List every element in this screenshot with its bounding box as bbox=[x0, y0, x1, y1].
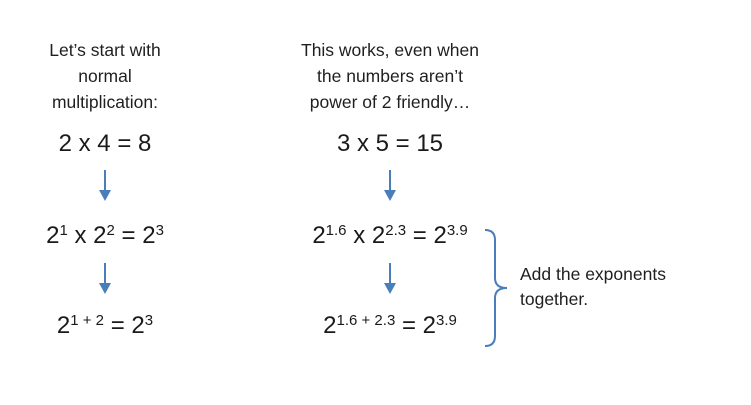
eq-base: 2 bbox=[93, 222, 107, 249]
down-arrow-icon bbox=[99, 263, 111, 294]
middle-caption-line-3: power of 2 friendly… bbox=[309, 92, 471, 112]
eq-exponent: 1 bbox=[59, 222, 68, 239]
eq-base: 2 bbox=[422, 312, 437, 339]
left-equation-2: 21 x 22 = 23 bbox=[5, 222, 205, 250]
middle-caption: This works, even when the numbers aren’t… bbox=[250, 37, 530, 115]
middle-caption-line-2: the numbers aren’t bbox=[317, 66, 463, 86]
eq-exponent: 2 bbox=[106, 222, 115, 239]
eq-base: 2 bbox=[312, 222, 326, 249]
left-equation-1: 2 x 4 = 8 bbox=[58, 130, 152, 157]
eq-base: 2 bbox=[371, 222, 386, 249]
eq-exponent: 3 bbox=[155, 222, 164, 239]
eq-operator: x bbox=[67, 222, 94, 249]
middle-caption-line-1: This works, even when bbox=[301, 40, 479, 60]
eq-exponent: 3.9 bbox=[436, 312, 457, 329]
eq-base: 2 bbox=[56, 312, 71, 339]
right-brace-icon bbox=[484, 229, 508, 347]
eq-exponent: 1 + 2 bbox=[70, 312, 105, 329]
eq-equals: = bbox=[395, 312, 423, 339]
left-caption-line-3: multiplication: bbox=[51, 92, 159, 112]
eq-equals: = bbox=[114, 222, 143, 249]
note-line-2: together. bbox=[520, 289, 589, 309]
eq-base: 2 bbox=[142, 222, 156, 249]
down-arrow-icon bbox=[99, 170, 111, 201]
eq-equals: = bbox=[104, 312, 132, 339]
eq-exponent: 3.9 bbox=[446, 222, 468, 239]
note-line-1: Add the exponents bbox=[520, 264, 666, 284]
eq-exponent: 2.3 bbox=[385, 222, 407, 239]
eq-exponent: 3 bbox=[144, 312, 154, 329]
exponent-note: Add the exponents together. bbox=[520, 262, 666, 312]
eq-exponent: 1.6 bbox=[325, 222, 347, 239]
left-equation-3: 21 + 2 = 23 bbox=[5, 312, 205, 340]
left-caption: Let’s start with normal multiplication: bbox=[5, 37, 205, 115]
middle-equation-1: 3 x 5 = 15 bbox=[336, 130, 444, 157]
eq-exponent: 1.6 + 2.3 bbox=[336, 312, 396, 329]
down-arrow-icon bbox=[384, 263, 396, 294]
eq-operator: x bbox=[346, 222, 372, 249]
eq-base: 2 bbox=[433, 222, 447, 249]
down-arrow-icon bbox=[384, 170, 396, 201]
eq-base: 2 bbox=[131, 312, 145, 339]
eq-base: 2 bbox=[46, 222, 60, 249]
left-caption-line-2: normal bbox=[78, 66, 132, 86]
left-column: Let’s start with normal multiplication: … bbox=[5, 0, 205, 405]
left-caption-line-1: Let’s start with bbox=[49, 40, 161, 60]
eq-equals: = bbox=[406, 222, 434, 249]
eq-base: 2 bbox=[323, 312, 337, 339]
